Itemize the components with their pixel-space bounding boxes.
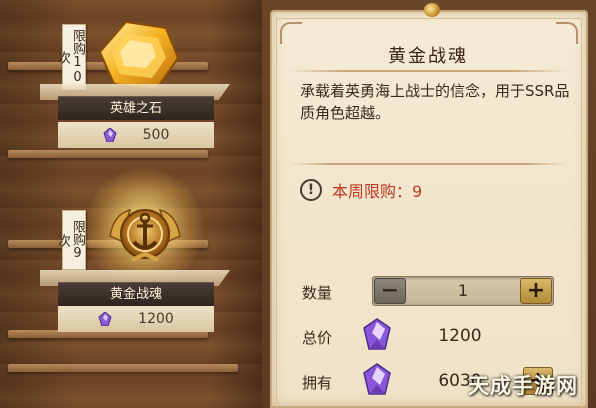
minus-icon[interactable]: − xyxy=(374,278,406,304)
purchase-limit-tag: 限购9次 xyxy=(55,210,86,270)
item-price: 1200 xyxy=(138,311,174,327)
item-detail-title: 黄金战魂 xyxy=(388,46,468,67)
purchase-limit-tag: 限购10次 xyxy=(55,24,86,90)
item-name: 黄金战魂 xyxy=(58,282,214,306)
purple-crystal-icon xyxy=(103,128,117,142)
weekly-limit-text: 本周限购：9 xyxy=(332,182,423,201)
purple-crystal-icon xyxy=(363,363,391,395)
divider xyxy=(290,70,566,72)
plus-icon[interactable]: + xyxy=(520,278,552,304)
shelf-plank xyxy=(8,364,238,372)
item-name: 英雄之石 xyxy=(58,96,214,120)
total-price-label: 总价 xyxy=(302,329,333,347)
exclamation-circle-icon: ! xyxy=(300,179,322,201)
golden-war-soul-icon xyxy=(109,208,181,262)
total-price-value: 1200 xyxy=(438,326,482,346)
shelf-plank xyxy=(8,150,208,158)
quantity-stepper[interactable]: − 1 + xyxy=(372,276,554,306)
item-description: 承载着英勇海上战士的信念，用于SSR品质角色超越。 xyxy=(300,82,570,122)
panel-pin-ornament xyxy=(424,3,440,17)
purple-crystal-icon xyxy=(98,312,112,326)
quantity-value: 1 xyxy=(457,281,469,300)
weekly-limit-row: ! 本周限购：9 xyxy=(300,178,422,202)
item-price-row: 500 xyxy=(58,122,214,148)
item-price: 500 xyxy=(142,127,170,143)
hero-stone-icon xyxy=(98,20,180,92)
divider xyxy=(290,163,566,165)
item-price-row: 1200 xyxy=(58,306,214,332)
corner-ornament xyxy=(556,22,578,44)
corner-ornament xyxy=(280,22,302,44)
owned-label: 拥有 xyxy=(302,374,333,392)
site-watermark: 天成手游网 xyxy=(468,374,578,398)
panel-inner-border xyxy=(276,18,582,408)
purple-crystal-icon xyxy=(363,318,391,350)
quantity-label: 数量 xyxy=(302,284,333,302)
